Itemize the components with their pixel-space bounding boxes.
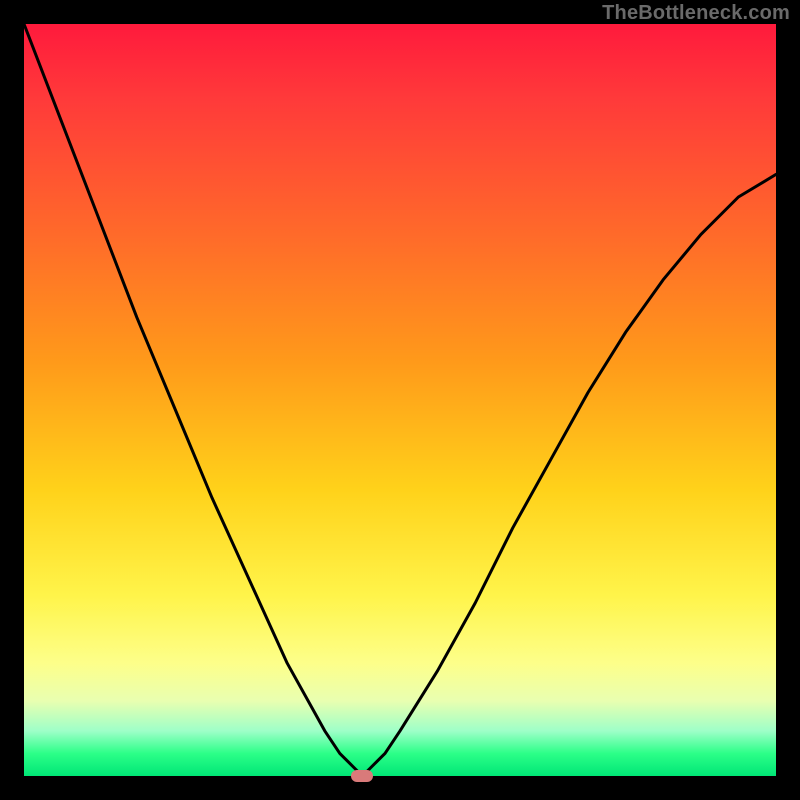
chart-frame: TheBottleneck.com xyxy=(0,0,800,800)
bottleneck-curve xyxy=(24,24,776,776)
plot-area xyxy=(24,24,776,776)
minimum-marker xyxy=(351,770,373,782)
watermark-text: TheBottleneck.com xyxy=(602,2,790,25)
